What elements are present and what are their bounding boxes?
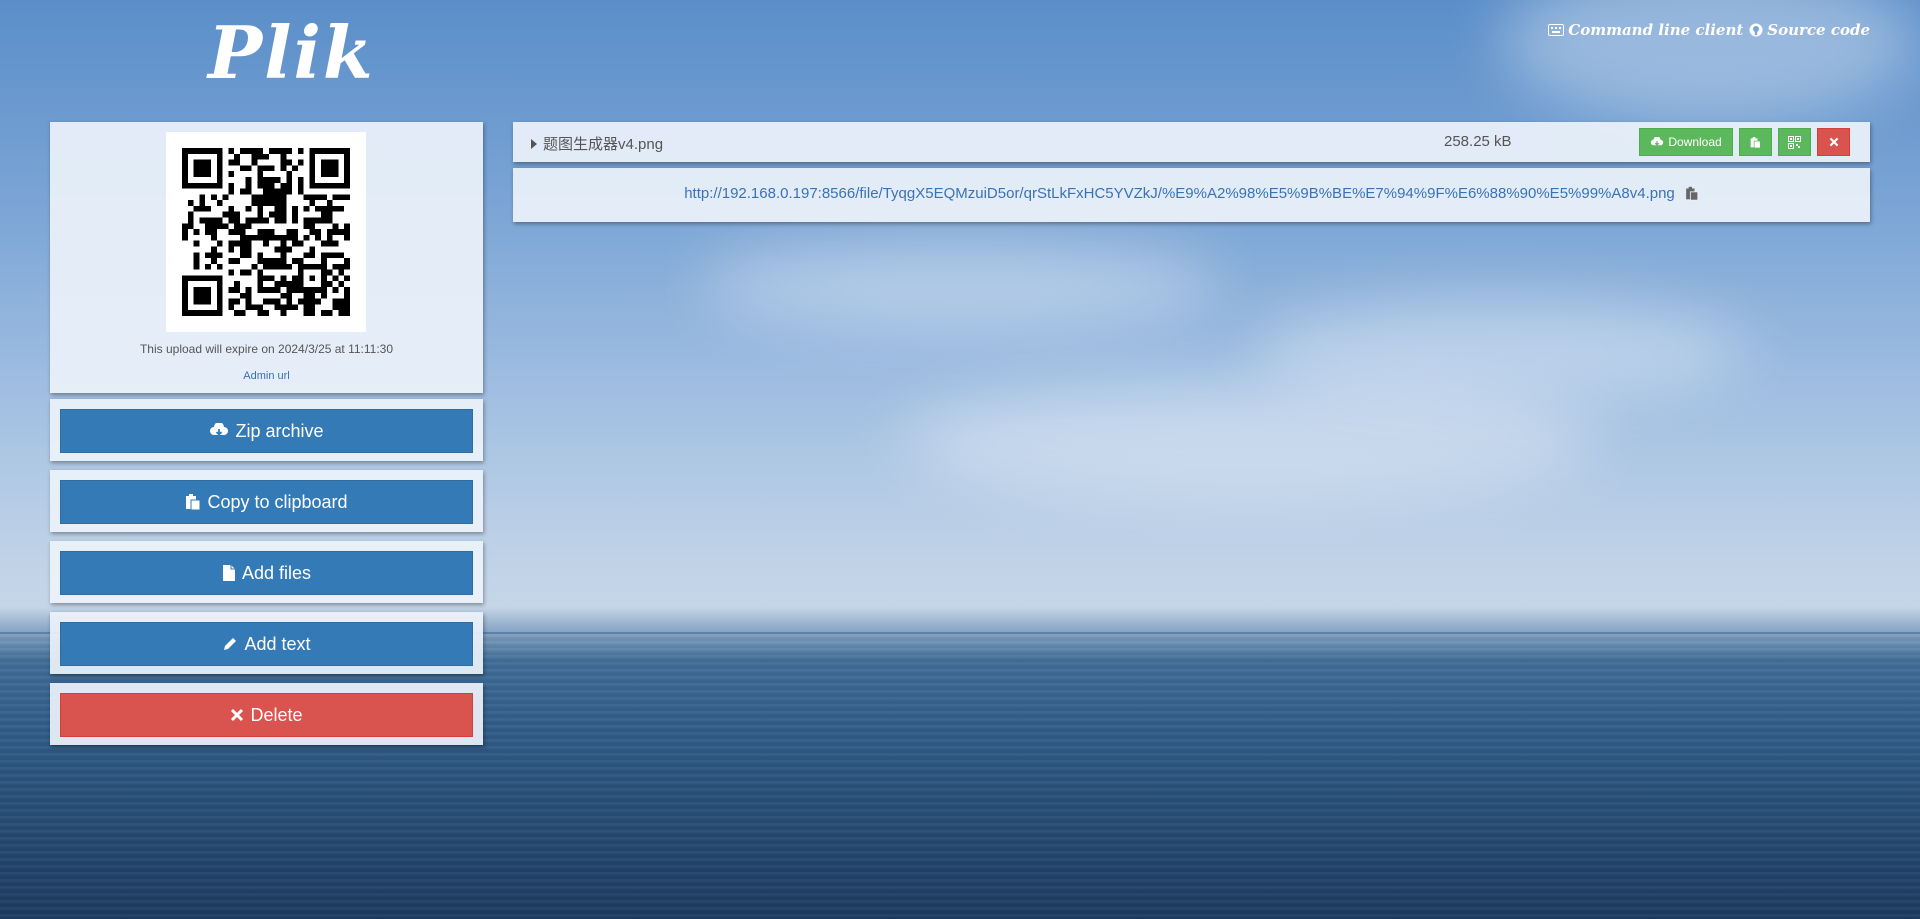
qr-code <box>166 132 366 332</box>
keyboard-icon <box>1548 24 1565 36</box>
close-icon <box>231 708 244 722</box>
file-url-row: http://192.168.0.197:8566/file/TyqgX5EQM… <box>513 168 1870 222</box>
file-icon <box>222 565 235 581</box>
github-icon <box>1749 23 1763 37</box>
clipboard-icon[interactable] <box>1685 186 1699 201</box>
caret-right-icon <box>531 138 537 149</box>
logo[interactable]: Plik <box>208 10 375 95</box>
background-cloud <box>1250 300 1750 400</box>
add-text-label: Add text <box>244 633 311 654</box>
cloud-download-icon <box>1651 136 1664 146</box>
source-link[interactable]: Source code <box>1749 21 1870 39</box>
background-cloud <box>700 240 1220 330</box>
delete-upload-label: Delete <box>250 704 303 725</box>
remove-file-button[interactable] <box>1817 128 1850 156</box>
add-files-label: Add files <box>241 562 312 583</box>
close-icon <box>1829 137 1838 147</box>
cli-link-label: Command line client <box>1568 21 1744 39</box>
file-name-label: 题图生成器v4.png <box>543 136 664 153</box>
sea <box>0 634 1920 919</box>
cloud-download-icon <box>210 423 229 436</box>
copy-panel: Copy to clipboard <box>50 470 483 532</box>
top-links: Command line client Source code <box>1548 21 1870 39</box>
pencil-icon <box>224 638 237 650</box>
clipboard-icon <box>1750 136 1761 148</box>
file-size: 258.25 kB <box>1444 133 1512 150</box>
cli-link[interactable]: Command line client <box>1548 21 1743 39</box>
delete-panel: Delete <box>50 683 483 745</box>
admin-url-link[interactable]: Admin url <box>50 370 483 382</box>
file-url-link[interactable]: http://192.168.0.197:8566/file/TyqgX5EQM… <box>684 185 1675 202</box>
download-label: Download <box>1668 135 1722 149</box>
show-qrcode-button[interactable] <box>1778 128 1811 156</box>
zip-archive-button[interactable]: Zip archive <box>60 409 473 453</box>
download-button[interactable]: Download <box>1639 128 1733 156</box>
copy-to-clipboard-button[interactable]: Copy to clipboard <box>60 480 473 524</box>
clipboard-icon <box>186 494 201 511</box>
qrcode-icon <box>1788 135 1801 149</box>
file-actions: Download <box>1639 128 1850 156</box>
qr-code-icon <box>182 148 350 316</box>
file-name[interactable]: 题图生成器v4.png <box>531 133 663 154</box>
delete-upload-button[interactable]: Delete <box>60 693 473 737</box>
expire-text: This upload will expire on 2024/3/25 at … <box>139 342 394 356</box>
background-cloud <box>1500 0 1920 120</box>
file-row: 题图生成器v4.png 258.25 kB Download <box>513 122 1870 162</box>
add-files-button[interactable]: Add files <box>60 551 473 595</box>
zip-archive-label: Zip archive <box>235 420 324 441</box>
copy-file-link-button[interactable] <box>1739 128 1772 156</box>
add-text-panel: Add text <box>50 612 483 674</box>
zip-archive-panel: Zip archive <box>50 399 483 461</box>
source-link-label: Source code <box>1767 21 1870 39</box>
copy-to-clipboard-label: Copy to clipboard <box>207 491 348 512</box>
upload-info-panel: This upload will expire on 2024/3/25 at … <box>50 122 483 393</box>
add-files-panel: Add files <box>50 541 483 603</box>
add-text-button[interactable]: Add text <box>60 622 473 666</box>
